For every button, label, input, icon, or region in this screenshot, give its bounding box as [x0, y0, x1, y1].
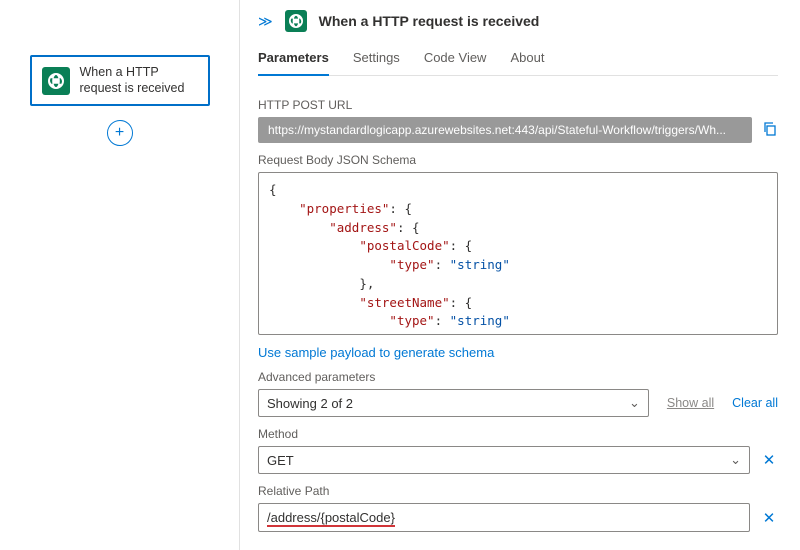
sample-payload-link[interactable]: Use sample payload to generate schema	[258, 345, 778, 360]
add-action-button[interactable]: +	[107, 120, 133, 146]
http-post-url-label: HTTP POST URL	[258, 98, 778, 112]
method-select[interactable]: GET ⌄	[258, 446, 750, 474]
tab-settings[interactable]: Settings	[353, 42, 400, 75]
advanced-params-value: Showing 2 of 2	[267, 396, 353, 411]
relative-path-label: Relative Path	[258, 484, 778, 498]
method-value: GET	[267, 453, 294, 468]
workflow-canvas: When a HTTP request is received +	[0, 0, 240, 550]
chevron-down-icon: ⌄	[629, 395, 640, 411]
chevron-down-icon: ⌄	[730, 452, 741, 468]
tab-parameters[interactable]: Parameters	[258, 42, 329, 76]
panel-title: When a HTTP request is received	[319, 13, 540, 29]
schema-label: Request Body JSON Schema	[258, 153, 778, 167]
collapse-panel-icon[interactable]: ≫	[258, 13, 273, 30]
trigger-card-label: When a HTTP request is received	[80, 65, 198, 96]
advanced-params-label: Advanced parameters	[258, 370, 778, 384]
copy-url-icon[interactable]	[762, 121, 778, 140]
remove-relpath-button[interactable]: ✕	[760, 509, 778, 527]
http-request-icon	[42, 67, 70, 95]
remove-method-button[interactable]: ✕	[760, 451, 778, 469]
http-request-icon	[285, 10, 307, 32]
tab-bar: Parameters Settings Code View About	[258, 42, 778, 76]
tab-about[interactable]: About	[510, 42, 544, 75]
clear-all-link[interactable]: Clear all	[732, 396, 778, 410]
relative-path-input[interactable]: /address/{postalCode}	[258, 503, 750, 532]
http-post-url-value: https://mystandardlogicapp.azurewebsites…	[258, 117, 752, 143]
show-all-link[interactable]: Show all	[667, 396, 714, 410]
schema-editor[interactable]: { "properties": { "address": { "postalCo…	[258, 172, 778, 335]
method-label: Method	[258, 427, 778, 441]
tab-code-view[interactable]: Code View	[424, 42, 487, 75]
trigger-config-panel: ≫ When a HTTP request is received Parame…	[240, 0, 800, 550]
advanced-params-select[interactable]: Showing 2 of 2 ⌄	[258, 389, 649, 417]
trigger-card[interactable]: When a HTTP request is received	[30, 55, 210, 106]
